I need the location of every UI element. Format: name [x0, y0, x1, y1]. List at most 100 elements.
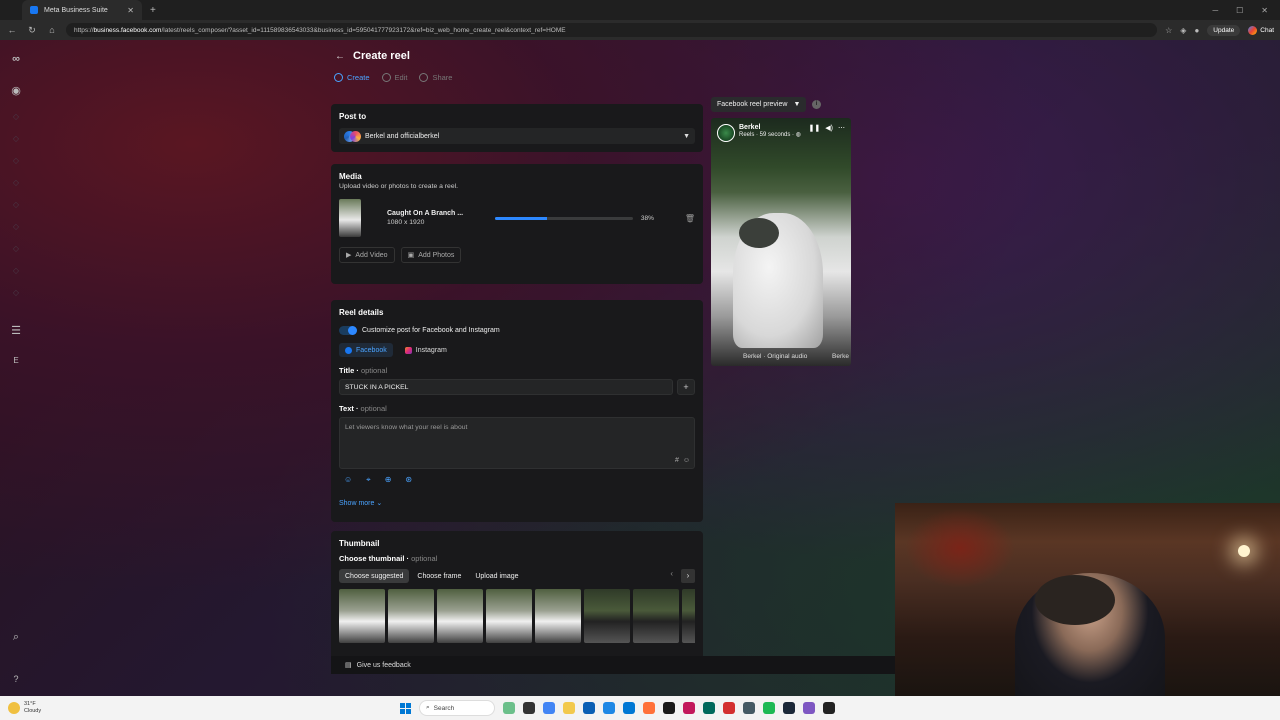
account-avatar-icon[interactable]: ◉: [9, 84, 23, 98]
taskbar-search[interactable]: ⌕ Search: [419, 700, 495, 716]
file-explorer-icon[interactable]: [563, 702, 575, 714]
preview-selector[interactable]: Facebook reel preview ▼: [711, 97, 807, 112]
firefox-icon[interactable]: [643, 702, 655, 714]
profile-icon[interactable]: ●: [1194, 26, 1199, 35]
close-window-icon[interactable]: ✕: [1261, 6, 1268, 15]
task-view-icon[interactable]: [523, 702, 535, 714]
planner-nav-icon[interactable]: ◇: [9, 242, 23, 256]
location-icon[interactable]: ⌖: [366, 475, 371, 485]
monetization-nav-icon[interactable]: ◇: [9, 286, 23, 300]
edit-nav-icon[interactable]: E: [9, 354, 23, 368]
step-share[interactable]: Share: [419, 73, 452, 82]
back-arrow-icon[interactable]: ←: [335, 51, 345, 62]
thumbnail-frame[interactable]: [633, 589, 679, 643]
search-nav-icon[interactable]: ⌕: [9, 630, 23, 644]
choose-frame-button[interactable]: Choose frame: [411, 569, 467, 583]
step-create[interactable]: Create: [334, 73, 370, 82]
preview-video-head: [739, 218, 779, 248]
help-icon[interactable]: ?: [9, 672, 23, 686]
inbox-nav-icon[interactable]: ◇: [9, 154, 23, 168]
app-icon[interactable]: [743, 702, 755, 714]
add-title-icon[interactable]: +: [677, 379, 695, 395]
home-icon[interactable]: ⌂: [46, 25, 58, 35]
info-icon[interactable]: i: [812, 100, 821, 109]
close-tab-icon[interactable]: ✕: [127, 6, 134, 15]
browser-toolbar: ← ↻ ⌂ https://business.facebook.com/late…: [0, 20, 1280, 40]
address-bar[interactable]: https://business.facebook.com/latest/ree…: [66, 23, 1158, 37]
app-icon[interactable]: [703, 702, 715, 714]
content-nav-icon[interactable]: ◇: [9, 176, 23, 190]
windows-start-icon[interactable]: [400, 702, 411, 714]
minimize-icon[interactable]: ─: [1212, 6, 1218, 15]
video-icon: ▶: [346, 252, 352, 259]
tab-instagram[interactable]: Instagram: [399, 343, 453, 357]
sound-icon[interactable]: ⊛: [405, 475, 412, 485]
weather-widget[interactable]: 31°F Cloudy: [0, 701, 200, 714]
more-options-icon[interactable]: ⋯: [838, 124, 845, 132]
webcam-background: [905, 508, 1015, 588]
media-dimensions: 1080 x 1920: [386, 219, 425, 226]
app-icon[interactable]: [723, 702, 735, 714]
spotify-icon[interactable]: [763, 702, 775, 714]
volume-icon[interactable]: ◀): [825, 124, 833, 132]
insights-nav-icon[interactable]: ◇: [9, 220, 23, 234]
pause-icon[interactable]: ❚❚: [809, 124, 821, 132]
ads-nav-icon[interactable]: ◇: [9, 198, 23, 212]
post-to-select[interactable]: Berkel and officialberkel ▼: [339, 128, 695, 144]
chevron-right-icon[interactable]: ›: [681, 569, 695, 583]
new-tab-button[interactable]: +: [150, 5, 156, 16]
home-nav-icon[interactable]: ◇: [9, 110, 23, 124]
customize-toggle[interactable]: [339, 326, 357, 335]
store-icon[interactable]: [583, 702, 595, 714]
feeling-icon[interactable]: ☺: [344, 475, 352, 485]
thumbnail-frame[interactable]: [437, 589, 483, 643]
menu-icon[interactable]: ☰: [9, 324, 23, 338]
browser-tabbar: Meta Business Suite ✕ + ─ ☐ ✕: [0, 0, 1280, 20]
maximize-icon[interactable]: ☐: [1236, 6, 1243, 15]
mail-icon[interactable]: [603, 702, 615, 714]
page-title: Create reel: [353, 50, 410, 62]
meta-logo-icon[interactable]: ∞: [9, 52, 23, 66]
chrome-icon[interactable]: [543, 702, 555, 714]
edge-icon[interactable]: [623, 702, 635, 714]
app-icon[interactable]: [663, 702, 675, 714]
url-prefix: https://: [74, 26, 94, 34]
emoji-icon[interactable]: ☺: [683, 457, 690, 464]
show-more-button[interactable]: Show more ⌄: [339, 499, 695, 507]
chevron-left-icon[interactable]: ‹: [670, 569, 673, 583]
update-button[interactable]: Update: [1207, 24, 1241, 36]
upload-image-button[interactable]: Upload image: [469, 569, 524, 583]
collaborator-icon[interactable]: ⊕: [385, 475, 392, 485]
hashtag-icon[interactable]: #: [675, 457, 679, 464]
add-photos-button[interactable]: ▣ Add Photos: [400, 247, 462, 263]
steam-icon[interactable]: [783, 702, 795, 714]
feedback-bar: ▤ Give us feedback: [331, 656, 895, 674]
leads-nav-icon[interactable]: ◇: [9, 264, 23, 278]
app-icon[interactable]: [803, 702, 815, 714]
add-video-button[interactable]: ▶ Add Video: [339, 247, 395, 263]
back-icon[interactable]: ←: [6, 25, 18, 35]
browser-tab[interactable]: Meta Business Suite ✕: [22, 0, 142, 20]
thumbnail-frame[interactable]: [535, 589, 581, 643]
extension-icon[interactable]: ◈: [1180, 26, 1186, 35]
give-feedback-link[interactable]: Give us feedback: [357, 662, 411, 669]
widgets-icon[interactable]: [503, 702, 515, 714]
title-input[interactable]: STUCK IN A PICKEL: [339, 379, 673, 395]
bookmark-star-icon[interactable]: ☆: [1165, 26, 1172, 35]
trash-icon[interactable]: 🗑: [685, 214, 695, 223]
thumbnail-frame[interactable]: [682, 589, 695, 643]
thumbnail-frame[interactable]: [339, 589, 385, 643]
obs-icon[interactable]: [823, 702, 835, 714]
chat-button[interactable]: Chat: [1248, 25, 1274, 35]
step-circle-icon: [419, 73, 429, 82]
reload-icon[interactable]: ↻: [26, 25, 38, 36]
thumbnail-frame[interactable]: [486, 589, 532, 643]
thumbnail-frame[interactable]: [584, 589, 630, 643]
choose-suggested-button[interactable]: Choose suggested: [339, 569, 410, 583]
thumbnail-frame[interactable]: [388, 589, 434, 643]
app-icon[interactable]: [683, 702, 695, 714]
notifications-nav-icon[interactable]: ◇: [9, 132, 23, 146]
tab-facebook[interactable]: Facebook: [339, 343, 393, 357]
text-input[interactable]: Let viewers know what your reel is about…: [339, 417, 695, 469]
step-edit[interactable]: Edit: [381, 73, 407, 82]
